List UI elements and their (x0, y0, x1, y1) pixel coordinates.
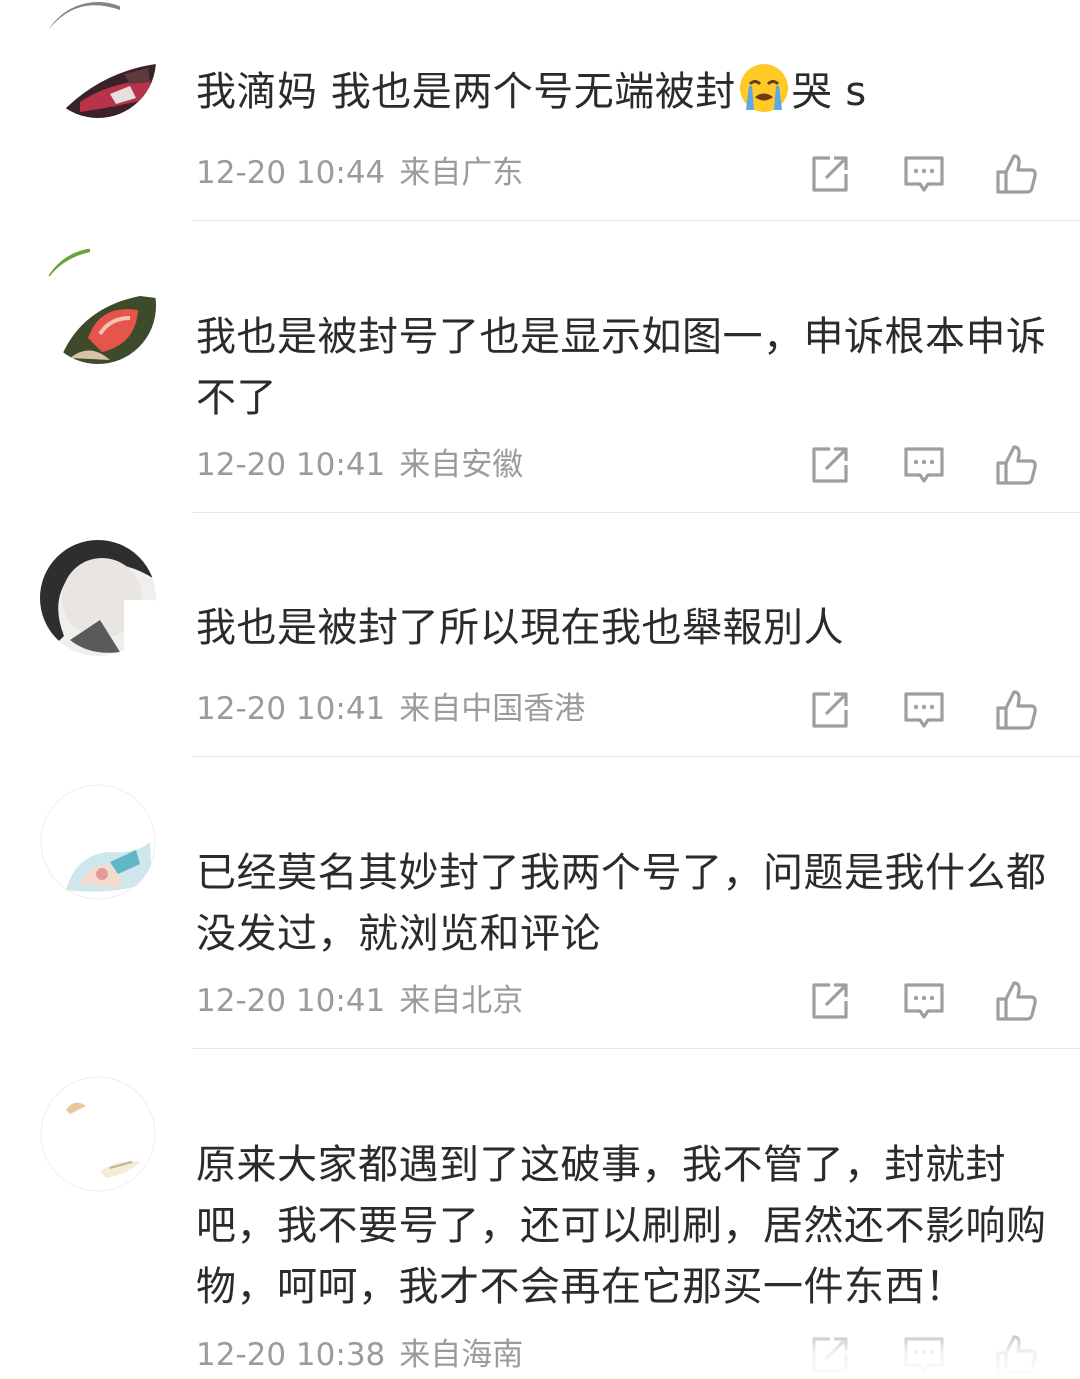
comment-text: 原来大家都遇到了这破事，我不管了，封就封吧，我不要号了，还可以刷刷，居然还不影响… (196, 1142, 1047, 1310)
divider (193, 220, 1080, 221)
timestamp: 12-20 10:41 (196, 447, 386, 483)
comment-button[interactable] (902, 152, 946, 196)
like-button[interactable] (994, 443, 1038, 487)
share-button[interactable] (808, 979, 852, 1023)
timestamp: 12-20 10:38 (196, 1337, 386, 1373)
comment-button[interactable] (902, 443, 946, 487)
location: 来自北京 (399, 983, 524, 1019)
avatar[interactable] (40, 784, 156, 900)
divider (193, 1048, 1080, 1049)
location: 来自广东 (399, 155, 524, 191)
location: 来自安徽 (399, 447, 524, 483)
action-bar (800, 688, 1050, 732)
thumbs-up-icon (996, 154, 1037, 194)
location: 来自中国香港 (399, 691, 586, 727)
comment-meta: 12-20 10:38 来自海南 (196, 1335, 523, 1375)
thumbs-up-icon (996, 981, 1037, 1021)
comment-button[interactable] (902, 979, 946, 1023)
avatar-image (40, 2, 156, 118)
comment-text-part: 哭 s (791, 69, 867, 115)
share-button[interactable] (808, 688, 852, 732)
share-button[interactable] (808, 443, 852, 487)
comment-button[interactable] (902, 688, 946, 732)
comment-text: 我也是被封了所以現在我也舉報別人 (196, 605, 844, 651)
comment-icon (904, 447, 944, 483)
comment-icon (904, 692, 944, 728)
avatar[interactable] (40, 248, 156, 364)
avatar-image (40, 1076, 156, 1192)
like-button[interactable] (994, 152, 1038, 196)
share-button[interactable] (808, 152, 852, 196)
avatar[interactable] (40, 2, 156, 118)
avatar-image (40, 540, 156, 656)
comment-icon (904, 156, 944, 192)
timestamp: 12-20 10:41 (196, 691, 386, 727)
thumbs-up-icon (996, 445, 1037, 485)
avatar[interactable] (40, 540, 156, 656)
comment-text: 已经莫名其妙封了我两个号了，问题是我什么都没发过，就浏览和评论 (196, 850, 1047, 957)
action-bar (800, 979, 1050, 1023)
divider (193, 512, 1080, 513)
location: 来自海南 (399, 1337, 524, 1373)
comment-meta: 12-20 10:41 来自中国香港 (196, 689, 585, 729)
avatar-image (40, 248, 156, 364)
comment-text: 我滴妈 我也是两个号无端被封 哭 s (196, 62, 1056, 123)
avatar[interactable] (40, 1076, 156, 1192)
share-icon (812, 156, 848, 192)
comment-icon (904, 983, 944, 1019)
avatar-image (40, 784, 156, 900)
comment-feed: 我滴妈 我也是两个号无端被封 哭 s 12-20 10:44 来自广东 我也是被… (0, 0, 1080, 1379)
comment-meta: 12-20 10:41 来自安徽 (196, 445, 523, 485)
timestamp: 12-20 10:44 (196, 155, 386, 191)
comment-text-part: 我滴妈 我也是两个号无端被封 (196, 69, 736, 115)
comment-text: 我也是被封号了也是显示如图一，申诉根本申诉不了 (196, 314, 1047, 421)
like-button[interactable] (994, 979, 1038, 1023)
share-icon (812, 692, 848, 728)
timestamp: 12-20 10:41 (196, 983, 386, 1019)
thumbs-up-icon (996, 690, 1037, 730)
watermark-fade (790, 1318, 1080, 1379)
crying-face-emoji-icon (739, 64, 788, 112)
action-bar (800, 443, 1050, 487)
comment-meta: 12-20 10:41 来自北京 (196, 981, 523, 1021)
share-icon (812, 447, 848, 483)
share-icon (812, 983, 848, 1019)
like-button[interactable] (994, 688, 1038, 732)
divider (193, 756, 1080, 757)
action-bar (800, 152, 1050, 196)
comment-meta: 12-20 10:44 来自广东 (196, 153, 523, 193)
